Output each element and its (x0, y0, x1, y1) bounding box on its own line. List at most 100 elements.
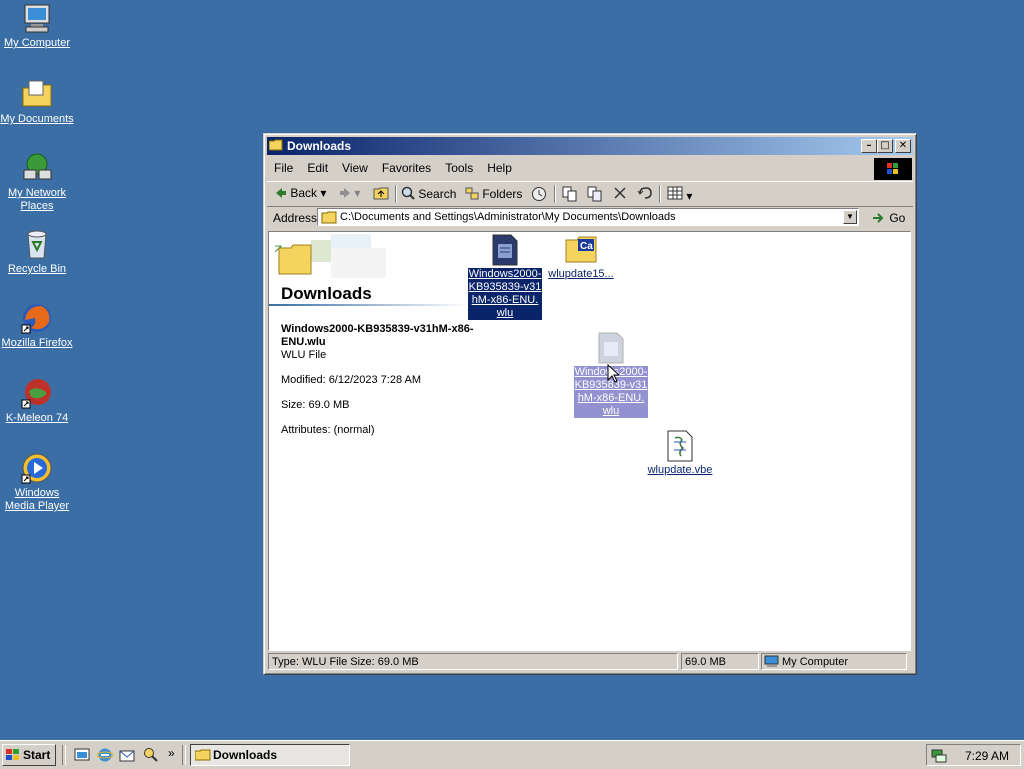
menu-edit[interactable]: Edit (300, 158, 335, 178)
desktop-icon-my-documents[interactable]: My Documents (0, 78, 74, 126)
status-zone: My Computer (761, 653, 907, 670)
file-item-wlupdate-folder[interactable]: Ca wlupdate15... (543, 234, 619, 281)
folders-button[interactable]: Folders (465, 186, 522, 201)
minimize-button[interactable]: – (861, 139, 877, 153)
start-button[interactable]: Start (2, 744, 56, 766)
forward-button[interactable]: ▾ (339, 186, 360, 200)
toolbar-separator (554, 185, 556, 203)
file-label: wlupdate15... (548, 268, 614, 280)
clock[interactable]: 7:29 AM (965, 749, 1009, 763)
address-input[interactable]: C:\Documents and Settings\Administrator\… (317, 208, 859, 226)
go-button[interactable]: Go (872, 211, 905, 225)
desktop-icon-label: My Network Places (7, 187, 67, 212)
svg-text:Ca: Ca (580, 241, 593, 252)
views-button[interactable]: ▾ (667, 186, 692, 203)
documents-folder-icon (21, 78, 53, 110)
up-folder-icon (373, 187, 389, 200)
selected-file-attributes: Attributes: (normal) (281, 424, 375, 436)
task-label: Downloads (213, 748, 278, 762)
desktop-icon-label: Mozilla Firefox (1, 337, 73, 349)
status-zone-label: My Computer (782, 656, 849, 668)
desktop-icon-label: Windows Media Player (4, 487, 70, 512)
copy-to-icon (587, 186, 602, 202)
folder-ca-icon: Ca (565, 234, 597, 266)
standard-toolbar: Back ▾ ▾ Search Folders ▾ (267, 181, 913, 207)
move-to-icon (562, 186, 577, 202)
history-button[interactable] (531, 186, 547, 205)
back-label: Back (290, 186, 318, 200)
maximize-button[interactable]: □ (877, 139, 893, 153)
folder-icon (195, 749, 211, 761)
toolbar-separator (395, 185, 397, 203)
menu-view[interactable]: View (335, 158, 375, 178)
address-bar: Address C:\Documents and Settings\Admini… (267, 206, 913, 230)
desktop-icon-label: Recycle Bin (7, 263, 67, 275)
show-desktop-icon[interactable] (74, 747, 90, 763)
back-button[interactable]: Back ▾ (275, 186, 326, 200)
windows-logo-icon (874, 158, 912, 180)
media-player-icon (21, 452, 53, 484)
title-bar[interactable]: Downloads – □ ✕ (267, 137, 913, 155)
toolbar-separator (659, 185, 661, 203)
status-info: Type: WLU File Size: 69.0 MB (268, 653, 678, 670)
desktop-icon-label: K-Meleon 74 (5, 412, 69, 424)
menu-tools[interactable]: Tools (438, 158, 480, 178)
menu-help[interactable]: Help (480, 158, 519, 178)
undo-button[interactable] (637, 186, 653, 203)
delete-button[interactable] (613, 186, 627, 203)
recycle-bin-icon (21, 228, 53, 260)
folder-icon (321, 211, 337, 224)
file-item-wlupdate-vbe[interactable]: wlupdate.vbe (642, 430, 718, 477)
history-icon (532, 187, 546, 201)
selected-file-size: Size: 69.0 MB (281, 399, 350, 411)
folder-banner-icon (274, 234, 386, 278)
menu-favorites[interactable]: Favorites (375, 158, 438, 178)
go-label: Go (889, 211, 906, 225)
up-folder-button[interactable] (373, 186, 389, 203)
desktop-icon-recycle-bin[interactable]: Recycle Bin (0, 228, 74, 276)
desktop-icon-firefox[interactable]: Mozilla Firefox (0, 302, 74, 350)
search-icon (401, 186, 415, 200)
move-to-button[interactable] (562, 186, 578, 205)
copy-to-button[interactable] (587, 186, 603, 205)
desktop-icon-kmeleon[interactable]: K-Meleon 74 (0, 377, 74, 425)
file-item-wlu[interactable]: Windows2000-KB935839-v31hM-x86-ENU.wlu (467, 234, 543, 320)
delete-icon (614, 187, 626, 199)
quicklaunch-chevron-icon[interactable]: » (168, 746, 175, 760)
desktop-icon-network[interactable]: My Network Places (0, 152, 74, 213)
internet-explorer-icon[interactable] (97, 747, 113, 763)
network-icon (21, 152, 53, 184)
close-button[interactable]: ✕ (895, 139, 911, 153)
status-bar: Type: WLU File Size: 69.0 MB 69.0 MB My … (267, 652, 913, 671)
desktop-icon-my-computer[interactable]: My Computer (0, 2, 74, 50)
mouse-cursor-icon (607, 364, 619, 383)
wlu-file-icon (597, 332, 625, 364)
address-label: Address (273, 211, 318, 225)
folder-view[interactable]: Downloads Windows2000-KB935839-v31hM-x86… (268, 231, 911, 651)
folder-icon (268, 139, 283, 151)
network-tray-icon[interactable] (931, 747, 947, 763)
script-file-icon (666, 430, 694, 462)
desktop-icon-label: My Documents (0, 113, 74, 125)
computer-icon (764, 655, 779, 667)
search-button[interactable]: Search (401, 186, 456, 201)
desktop-icon-label: My Computer (3, 37, 71, 49)
windows-flag-icon (6, 749, 19, 760)
task-button-downloads[interactable]: Downloads (190, 744, 350, 766)
file-item-wlu-dragging[interactable]: Windows2000-KB935839-v31hM-x86-ENU.wlu (573, 332, 649, 418)
menu-bar: File Edit View Favorites Tools Help (267, 158, 913, 180)
menu-file[interactable]: File (267, 158, 300, 178)
outlook-express-icon[interactable] (119, 747, 135, 763)
file-label: wlupdate.vbe (647, 464, 713, 476)
address-dropdown-button[interactable]: ▼ (843, 210, 857, 224)
title-divider (269, 304, 469, 306)
undo-icon (637, 187, 652, 199)
system-tray: 7:29 AM (926, 744, 1021, 766)
selected-file-modified: Modified: 6/12/2023 7:28 AM (281, 374, 422, 386)
views-icon (667, 186, 683, 200)
desktop-icon-media-player[interactable]: Windows Media Player (0, 452, 74, 513)
search-icon[interactable] (143, 747, 159, 763)
back-arrow-icon (276, 188, 286, 198)
search-label: Search (418, 187, 457, 201)
firefox-icon (21, 302, 53, 334)
